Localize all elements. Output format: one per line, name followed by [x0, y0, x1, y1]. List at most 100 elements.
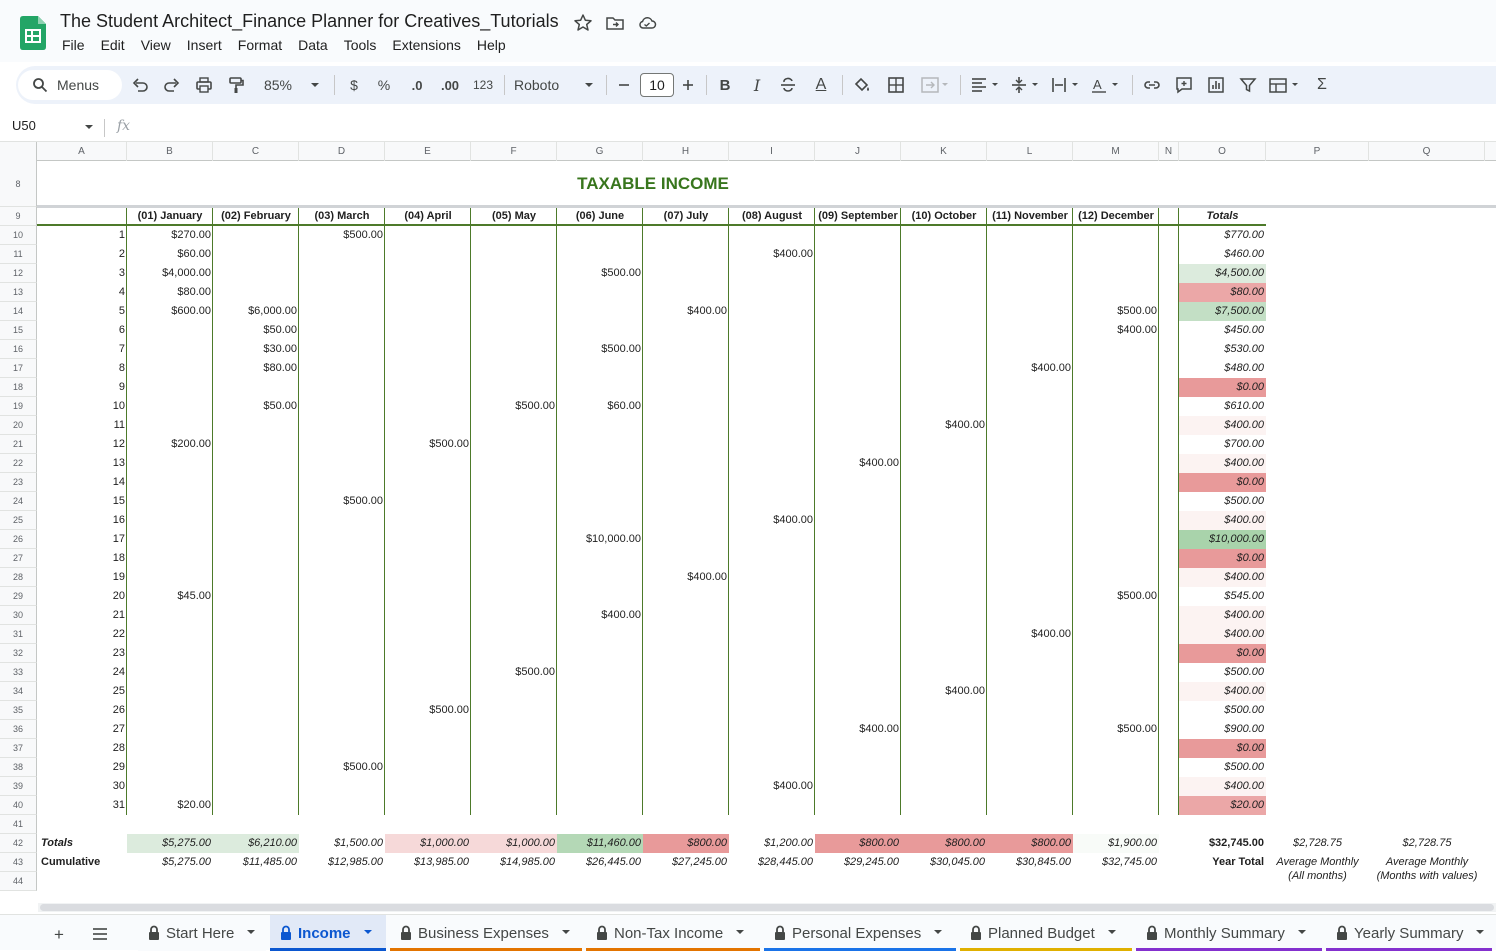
day-total[interactable]: $500.00 [1179, 663, 1266, 682]
day-number[interactable]: 29 [37, 758, 127, 777]
income-entry[interactable]: $400.00 [729, 511, 815, 530]
avg-monthly-all-note[interactable]: (All months) [1266, 867, 1369, 886]
merge-icon[interactable] [920, 75, 950, 95]
income-entry[interactable]: $400.00 [1073, 321, 1159, 340]
income-entry[interactable]: $60.00 [127, 245, 213, 264]
row-header-21[interactable]: 21 [0, 435, 37, 454]
row-header-19[interactable]: 19 [0, 397, 37, 416]
day-number[interactable]: 11 [37, 416, 127, 435]
row-header-34[interactable]: 34 [0, 682, 37, 701]
day-number[interactable]: 9 [37, 378, 127, 397]
column-header-p[interactable]: P [1266, 142, 1369, 161]
row-header-30[interactable]: 30 [0, 606, 37, 625]
day-number[interactable]: 31 [37, 796, 127, 815]
totals-label[interactable]: Totals [37, 834, 127, 853]
day-total[interactable]: $0.00 [1179, 739, 1266, 758]
cumulative-total[interactable]: $32,745.00 [1073, 853, 1159, 872]
income-entry[interactable]: $10,000.00 [557, 530, 643, 549]
font-select[interactable]: Roboto [514, 66, 570, 104]
sheet-tab-non-tax-income[interactable]: Non-Tax Income [586, 915, 760, 951]
paint-format-icon[interactable] [226, 75, 246, 95]
document-title[interactable]: The Student Architect_Finance Planner fo… [60, 11, 559, 32]
income-entry[interactable]: $500.00 [557, 264, 643, 283]
income-entry[interactable]: $500.00 [385, 435, 471, 454]
row-header-17[interactable]: 17 [0, 359, 37, 378]
menu-tools[interactable]: Tools [336, 37, 385, 53]
income-entry[interactable]: $500.00 [299, 492, 385, 511]
sheet-tab-monthly-summary[interactable]: Monthly Summary [1136, 915, 1322, 951]
valign-icon[interactable] [1010, 75, 1042, 95]
currency-button[interactable]: $ [344, 66, 364, 104]
add-sheet-icon[interactable]: + [54, 925, 64, 945]
zoom-select[interactable]: 85% [260, 66, 296, 104]
row-header-26[interactable]: 26 [0, 530, 37, 549]
row-header-33[interactable]: 33 [0, 663, 37, 682]
income-entry[interactable]: $400.00 [815, 454, 901, 473]
bold-button[interactable]: B [716, 66, 734, 104]
day-number[interactable]: 24 [37, 663, 127, 682]
chevron-down-icon[interactable] [84, 124, 94, 132]
column-header-d[interactable]: D [299, 142, 385, 161]
row-header-35[interactable]: 35 [0, 701, 37, 720]
move-folder-icon[interactable] [605, 13, 625, 33]
italic-button[interactable]: I [748, 66, 766, 104]
avg-monthly-values-note[interactable]: (Months with values) [1369, 867, 1485, 886]
avg-monthly-all[interactable]: $2,728.75 [1266, 834, 1369, 853]
cumulative-total[interactable]: $29,245.00 [815, 853, 901, 872]
day-total[interactable]: $480.00 [1179, 359, 1266, 378]
menus-search[interactable]: Menus [18, 70, 122, 100]
income-entry[interactable]: $500.00 [1073, 587, 1159, 606]
chevron-down-icon[interactable] [584, 80, 594, 90]
day-total[interactable]: $80.00 [1179, 283, 1266, 302]
row-header-22[interactable]: 22 [0, 454, 37, 473]
day-number[interactable]: 13 [37, 454, 127, 473]
chevron-down-icon[interactable] [363, 929, 373, 937]
income-entry[interactable]: $80.00 [127, 283, 213, 302]
month-total[interactable]: $800.00 [987, 834, 1073, 853]
day-total[interactable]: $500.00 [1179, 492, 1266, 511]
chevron-down-icon[interactable] [1475, 929, 1485, 937]
day-total[interactable]: $0.00 [1179, 473, 1266, 492]
day-total[interactable]: $460.00 [1179, 245, 1266, 264]
month-total[interactable]: $1,900.00 [1073, 834, 1159, 853]
day-total[interactable]: $400.00 [1179, 454, 1266, 473]
day-total[interactable]: $0.00 [1179, 549, 1266, 568]
text-wrap-icon[interactable] [1050, 75, 1082, 95]
day-number[interactable]: 20 [37, 587, 127, 606]
cumulative-total[interactable]: $27,245.00 [643, 853, 729, 872]
row-header-40[interactable]: 40 [0, 796, 37, 815]
menu-edit[interactable]: Edit [93, 37, 133, 53]
star-icon[interactable] [573, 13, 593, 33]
income-entry[interactable]: $600.00 [127, 302, 213, 321]
row-header-28[interactable]: 28 [0, 568, 37, 587]
income-entry[interactable]: $30.00 [213, 340, 299, 359]
column-header-i[interactable]: I [729, 142, 815, 161]
income-entry[interactable]: $20.00 [127, 796, 213, 815]
day-total[interactable]: $7,500.00 [1179, 302, 1266, 321]
row-header-24[interactable]: 24 [0, 492, 37, 511]
filter-icon[interactable] [1238, 75, 1258, 95]
income-entry[interactable]: $500.00 [471, 397, 557, 416]
comment-icon[interactable] [1174, 75, 1194, 95]
day-number[interactable]: 7 [37, 340, 127, 359]
row-header-32[interactable]: 32 [0, 644, 37, 663]
day-total[interactable]: $500.00 [1179, 758, 1266, 777]
day-number[interactable]: 30 [37, 777, 127, 796]
day-number[interactable]: 8 [37, 359, 127, 378]
freeze-pane-divider[interactable] [37, 205, 1496, 208]
row-header-9[interactable]: 9 [0, 207, 37, 226]
percent-button[interactable]: % [374, 66, 394, 104]
menu-view[interactable]: View [133, 37, 179, 53]
undo-icon[interactable] [130, 75, 150, 95]
row-header-36[interactable]: 36 [0, 720, 37, 739]
print-icon[interactable] [194, 75, 214, 95]
font-size-input[interactable]: 10 [640, 73, 674, 97]
column-header-k[interactable]: K [901, 142, 987, 161]
sheet-tab-planned-budget[interactable]: Planned Budget [960, 915, 1132, 951]
row-header-31[interactable]: 31 [0, 625, 37, 644]
sheet-tab-start-here[interactable]: Start Here [138, 915, 266, 951]
decrease-decimal-button[interactable]: .0 [404, 66, 430, 104]
chevron-down-icon[interactable] [1107, 929, 1117, 937]
menu-file[interactable]: File [54, 37, 93, 53]
income-entry[interactable]: $500.00 [299, 758, 385, 777]
